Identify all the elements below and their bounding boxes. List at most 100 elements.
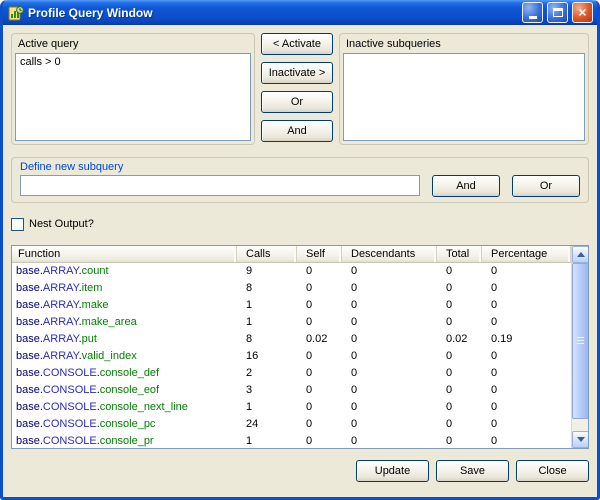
value-cell: 0 <box>342 382 437 399</box>
function-cell: base.ARRAY.make_area <box>12 314 237 331</box>
table-row[interactable]: base.CONSOLE.console_pr10000 <box>12 433 571 448</box>
active-query-list[interactable]: calls > 0 <box>15 53 251 141</box>
maximize-button[interactable] <box>547 2 568 23</box>
window-icon[interactable] <box>8 5 24 21</box>
table-row[interactable]: base.ARRAY.item80000 <box>12 280 571 297</box>
query-section: Active query calls > 0 < Activate Inacti… <box>11 33 589 145</box>
value-cell: 0.02 <box>297 331 342 348</box>
value-cell: 0 <box>342 263 437 280</box>
function-cell: base.ARRAY.valid_index <box>12 348 237 365</box>
column-header-total[interactable]: Total <box>437 246 482 262</box>
cluster-name: base <box>16 316 40 328</box>
inactivate-button[interactable]: Inactivate > <box>261 62 333 84</box>
column-header-percentage[interactable]: Percentage <box>482 246 571 262</box>
table-header: Function Calls Self Descendants Total Pe… <box>12 246 571 263</box>
table-scrollbar[interactable] <box>571 246 588 448</box>
value-cell: 0 <box>342 280 437 297</box>
cluster-name: base <box>16 418 40 430</box>
value-cell: 16 <box>237 348 297 365</box>
value-cell: 0 <box>482 314 571 331</box>
table-row[interactable]: base.CONSOLE.console_next_line10000 <box>12 399 571 416</box>
save-button[interactable]: Save <box>436 460 509 482</box>
value-cell: 0 <box>342 416 437 433</box>
value-cell: 0 <box>342 399 437 416</box>
table-row[interactable]: base.ARRAY.valid_index160000 <box>12 348 571 365</box>
function-cell: base.CONSOLE.console_eof <box>12 382 237 399</box>
column-header-self[interactable]: Self <box>297 246 342 262</box>
up-arrow-icon <box>577 252 585 257</box>
value-cell: 0 <box>297 297 342 314</box>
subquery-input[interactable] <box>20 175 420 196</box>
value-cell: 0 <box>297 263 342 280</box>
feature-name: console_eof <box>100 384 159 396</box>
value-cell: 0 <box>482 365 571 382</box>
cluster-name: base <box>16 401 40 413</box>
column-header-descendants[interactable]: Descendants <box>342 246 437 262</box>
down-arrow-icon <box>577 437 585 442</box>
class-name: ARRAY <box>43 299 79 311</box>
cluster-name: base <box>16 333 40 345</box>
value-cell: 0 <box>297 348 342 365</box>
table-row[interactable]: base.ARRAY.count90000 <box>12 263 571 280</box>
update-button[interactable]: Update <box>356 460 429 482</box>
table-row[interactable]: base.CONSOLE.console_eof30000 <box>12 382 571 399</box>
close-button[interactable]: × <box>572 2 593 23</box>
function-cell: base.ARRAY.put <box>12 331 237 348</box>
active-query-label: Active query <box>18 38 248 50</box>
value-cell: 0 <box>482 297 571 314</box>
value-cell: 24 <box>237 416 297 433</box>
inactive-subqueries-list[interactable] <box>343 53 585 141</box>
inactive-subqueries-panel: Inactive subqueries <box>339 33 589 145</box>
class-name: ARRAY <box>43 316 79 328</box>
value-cell: 0 <box>297 399 342 416</box>
nest-output-row: Nest Output? <box>11 217 589 231</box>
function-cell: base.CONSOLE.console_pc <box>12 416 237 433</box>
and-button[interactable]: And <box>261 120 333 142</box>
nest-output-label[interactable]: Nest Output? <box>29 218 94 230</box>
value-cell: 0 <box>437 382 482 399</box>
active-query-item[interactable]: calls > 0 <box>16 54 250 70</box>
value-cell: 2 <box>237 365 297 382</box>
cluster-name: base <box>16 299 40 311</box>
nest-output-checkbox[interactable] <box>11 218 24 231</box>
subquery-and-button[interactable]: And <box>432 175 500 197</box>
value-cell: 0 <box>342 348 437 365</box>
value-cell: 0 <box>437 263 482 280</box>
value-cell: 0 <box>342 314 437 331</box>
minimize-icon <box>529 16 537 19</box>
table-row[interactable]: base.ARRAY.make10000 <box>12 297 571 314</box>
value-cell: 0.02 <box>437 331 482 348</box>
value-cell: 0 <box>482 399 571 416</box>
table-row[interactable]: base.CONSOLE.console_def20000 <box>12 365 571 382</box>
cluster-name: base <box>16 384 40 396</box>
minimize-button[interactable] <box>522 2 543 23</box>
scrollbar-down-button[interactable] <box>572 431 589 448</box>
close-icon: × <box>578 5 586 19</box>
cluster-name: base <box>16 435 40 447</box>
feature-name: count <box>82 265 109 277</box>
value-cell: 0 <box>297 416 342 433</box>
subquery-or-button[interactable]: Or <box>512 175 580 197</box>
feature-name: console_def <box>100 367 159 379</box>
scrollbar-thumb[interactable] <box>572 263 589 419</box>
window-titlebar[interactable]: Profile Query Window × <box>3 0 597 25</box>
table-row[interactable]: base.ARRAY.put80.0200.020.19 <box>12 331 571 348</box>
value-cell: 0 <box>437 348 482 365</box>
active-query-panel: Active query calls > 0 <box>11 33 255 145</box>
cluster-name: base <box>16 367 40 379</box>
function-cell: base.CONSOLE.console_def <box>12 365 237 382</box>
feature-name: valid_index <box>82 350 137 362</box>
value-cell: 0 <box>342 297 437 314</box>
value-cell: 0 <box>297 382 342 399</box>
class-name: ARRAY <box>43 333 79 345</box>
column-header-function[interactable]: Function <box>12 246 237 262</box>
table-row[interactable]: base.ARRAY.make_area10000 <box>12 314 571 331</box>
activate-button[interactable]: < Activate <box>261 33 333 55</box>
window-title: Profile Query Window <box>28 6 518 20</box>
value-cell: 0 <box>482 382 571 399</box>
close-action-button[interactable]: Close <box>516 460 589 482</box>
column-header-calls[interactable]: Calls <box>237 246 297 262</box>
table-row[interactable]: base.CONSOLE.console_pc240000 <box>12 416 571 433</box>
scrollbar-up-button[interactable] <box>572 246 589 263</box>
or-button[interactable]: Or <box>261 91 333 113</box>
